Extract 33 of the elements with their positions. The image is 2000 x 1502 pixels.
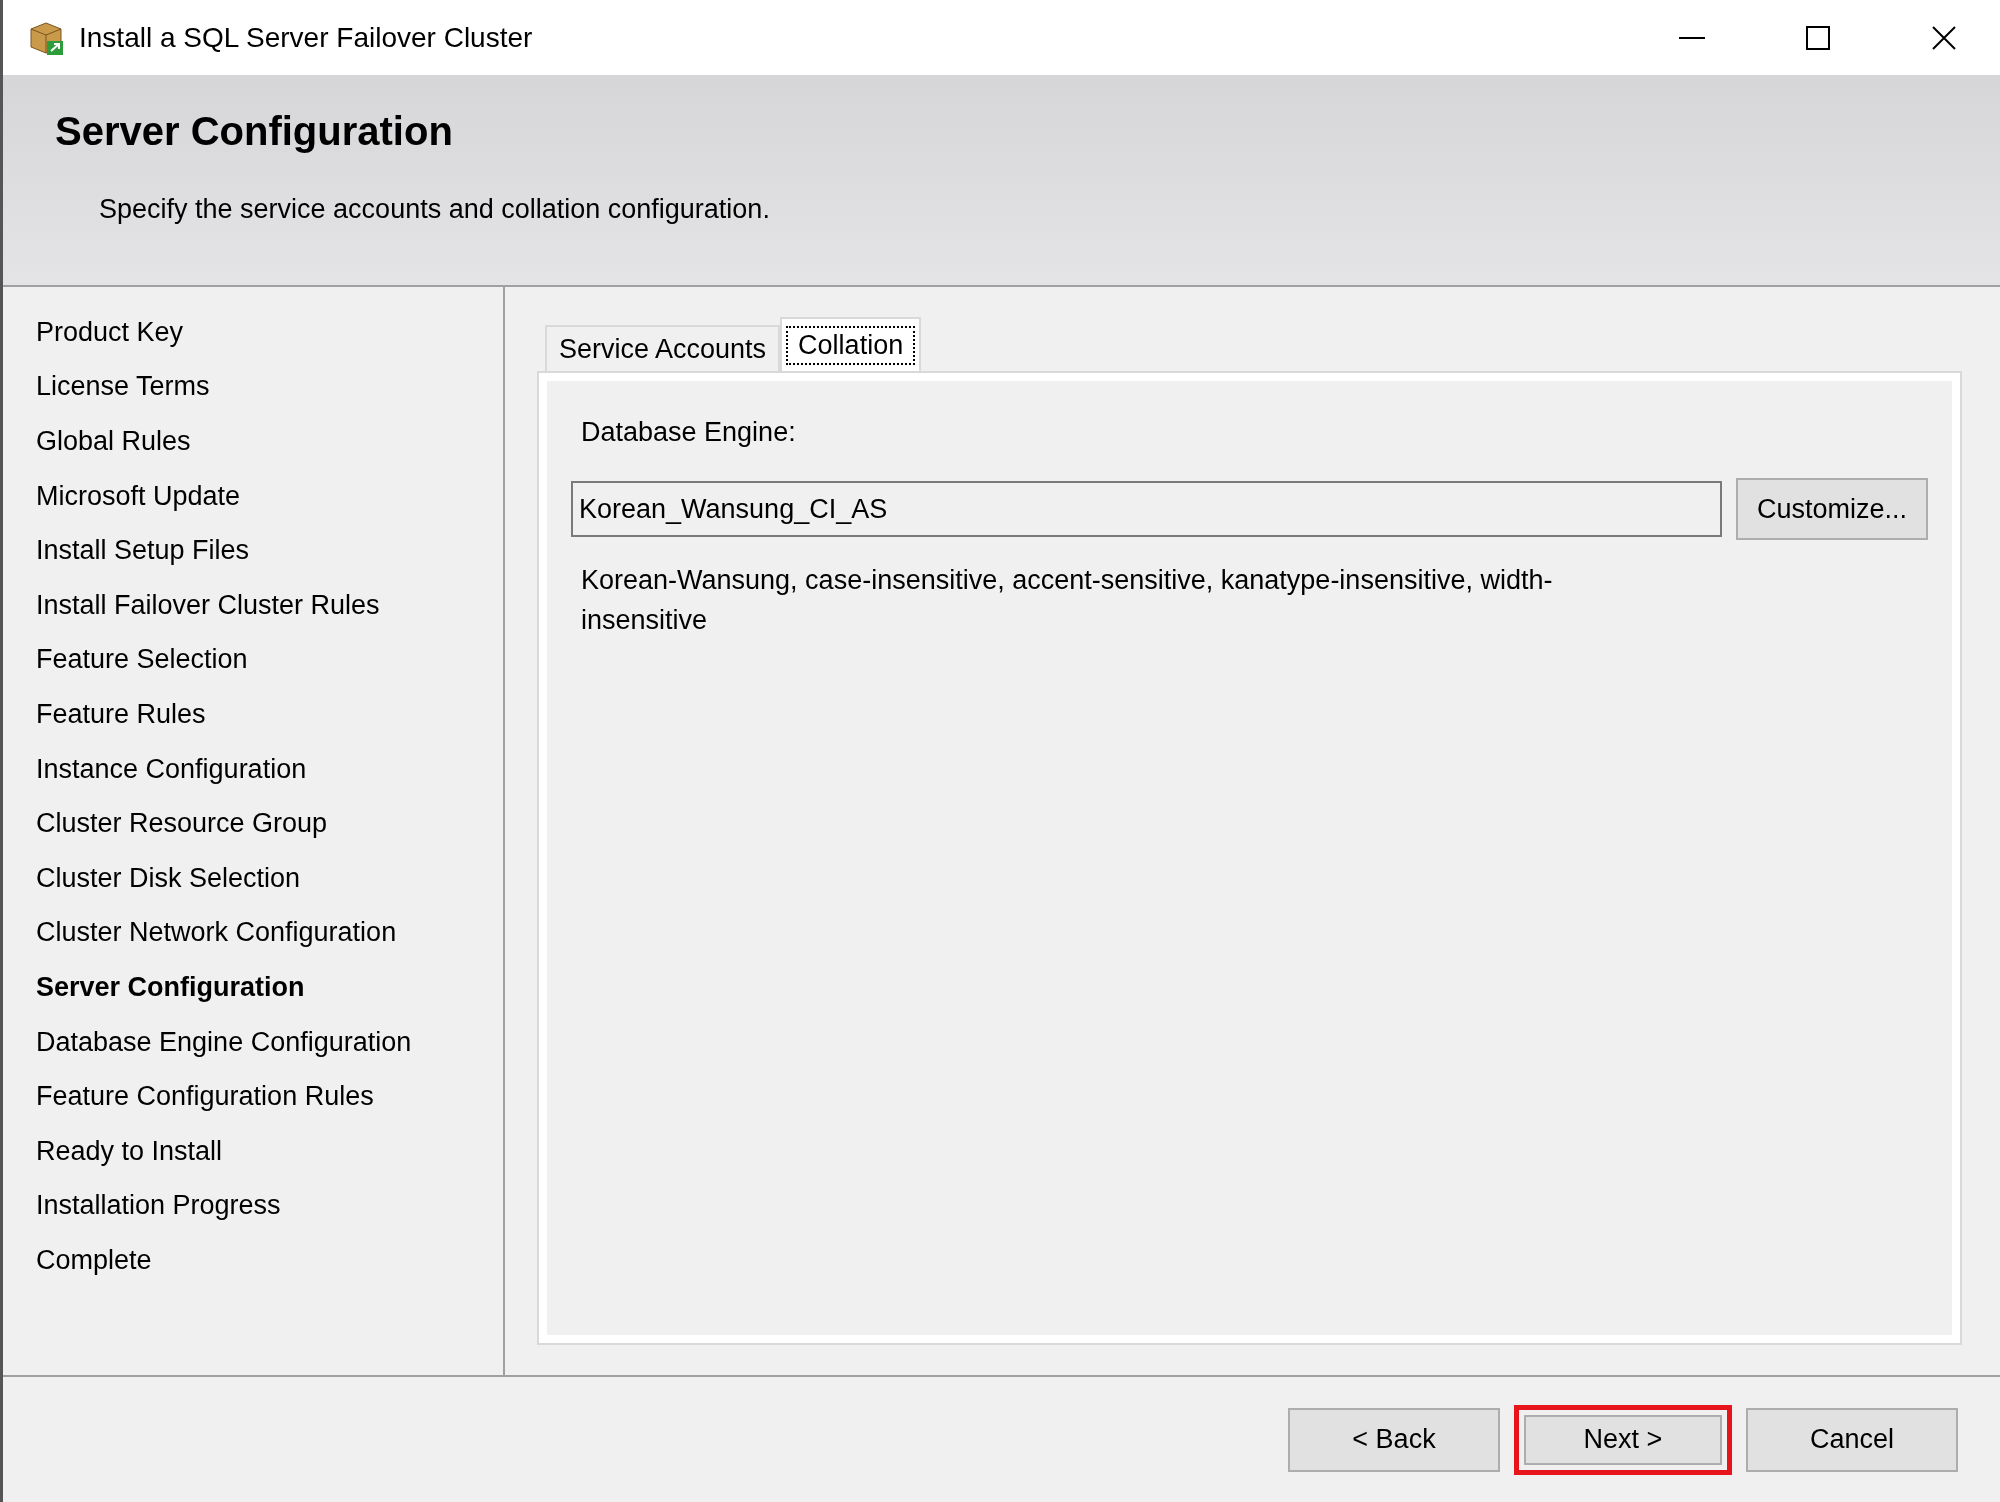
wizard-step: Feature Rules — [3, 687, 503, 742]
wizard-step: Installation Progress — [3, 1178, 503, 1234]
maximize-icon — [1804, 23, 1832, 52]
customize-button[interactable]: Customize... — [1736, 478, 1928, 540]
wizard-step: Install Failover Cluster Rules — [3, 577, 503, 633]
wizard-button[interactable]: Next > — [1514, 1404, 1732, 1475]
wizard-step: Ready to Install — [3, 1123, 503, 1179]
tab[interactable]: Collation — [780, 317, 922, 371]
wizard-step: Cluster Resource Group — [3, 796, 503, 851]
wizard-button[interactable]: < Back — [1288, 1407, 1500, 1472]
wizard-step: Complete — [3, 1233, 503, 1288]
collation-field[interactable]: Korean_Wansung_CI_AS — [571, 481, 1722, 537]
wizard-step: License Terms — [3, 359, 503, 415]
tab[interactable]: Service Accounts — [545, 325, 781, 371]
collation-description: Korean-Wansung, case-insensitive, accent-sensitive, kanatype-insensitive, width-insensitive — [581, 564, 1554, 637]
wizard-step: Cluster Network Configuration — [3, 905, 503, 961]
wizard-step: Database Engine Configuration — [3, 1014, 503, 1070]
wizard-step: Microsoft Update — [3, 468, 503, 524]
wizard-step: Product Key — [3, 305, 503, 360]
minimize-icon — [1679, 36, 1705, 39]
wizard-step: Install Setup Files — [3, 523, 503, 578]
wizard-step: Feature Configuration Rules — [3, 1069, 503, 1124]
page-title: Server Configuration — [55, 109, 454, 154]
field-label: Database Engine: — [581, 417, 797, 448]
wizard-step: Instance Configuration — [3, 741, 503, 797]
wizard-step: Cluster Disk Selection — [3, 850, 503, 906]
wizard-step: Global Rules — [3, 414, 503, 469]
close-icon — [1930, 23, 1958, 52]
wizard-button[interactable]: Cancel — [1746, 1407, 1958, 1472]
window-title: Install a SQL Server Failover Cluster — [79, 21, 534, 54]
wizard-step: Feature Selection — [3, 632, 503, 688]
page-subtitle: Specify the service accounts and collation configuration. — [99, 194, 771, 225]
wizard-step: Server Configuration — [3, 960, 503, 1015]
